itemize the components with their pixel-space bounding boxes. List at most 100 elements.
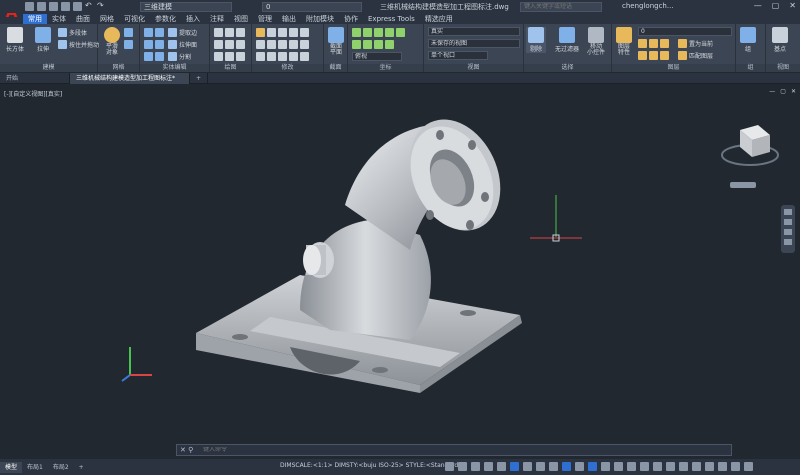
ucs-face-icon[interactable] xyxy=(385,28,394,37)
add-layout-button[interactable]: + xyxy=(74,462,89,473)
visual-style-dropdown[interactable]: 真实 xyxy=(428,27,520,36)
ucs-zaxis-icon[interactable] xyxy=(374,40,383,49)
copy-icon[interactable] xyxy=(256,40,265,49)
viewcube-icon[interactable] xyxy=(721,125,779,188)
arc-icon[interactable] xyxy=(214,40,223,49)
tab-layout2[interactable]: 布局2 xyxy=(48,462,74,473)
extrude-button[interactable]: 拉伸 xyxy=(33,27,53,53)
extract-edges-button[interactable]: 提取边 xyxy=(168,28,197,37)
file-tab-document[interactable]: 三维机械结构建模造型加工程图标注* xyxy=(70,72,190,84)
model-space-icon[interactable] xyxy=(445,462,454,471)
trim-icon[interactable] xyxy=(278,28,287,37)
layer-dropdown-ribbon[interactable]: 0 xyxy=(638,27,732,36)
plan-view-dropdown[interactable]: 俯视 xyxy=(352,52,402,61)
tab-output[interactable]: 输出 xyxy=(277,14,301,24)
rectangle-icon[interactable] xyxy=(225,40,234,49)
gizmo-status-icon[interactable] xyxy=(614,462,623,471)
interfere-icon[interactable] xyxy=(155,40,164,49)
tab-featured-apps[interactable]: 精选应用 xyxy=(420,14,458,24)
mechanical-part-model[interactable] xyxy=(196,105,522,393)
union-icon[interactable] xyxy=(144,28,153,37)
workspace-switch-icon[interactable] xyxy=(640,462,649,471)
tab-manage[interactable]: 管理 xyxy=(253,14,277,24)
restore-button[interactable]: ▢ xyxy=(772,1,780,10)
section-plane-button[interactable]: 截面 平面 xyxy=(326,27,346,56)
region-icon[interactable] xyxy=(236,52,245,61)
extrude-faces-button[interactable]: 拉伸面 xyxy=(168,40,197,49)
snap-icon[interactable] xyxy=(471,462,480,471)
clean-screen-icon[interactable] xyxy=(731,462,740,471)
move-gizmo-button[interactable]: 移动 小控件 xyxy=(584,27,608,56)
match-layer-button[interactable]: 匹配图层 xyxy=(678,51,713,60)
new-icon[interactable] xyxy=(25,2,34,11)
add-tab-button[interactable]: + xyxy=(190,72,209,84)
osnap-icon[interactable] xyxy=(510,462,519,471)
layer-lock-icon[interactable] xyxy=(638,51,647,60)
tab-solid[interactable]: 实体 xyxy=(47,14,71,24)
tab-addins[interactable]: 附加模块 xyxy=(301,14,339,24)
command-line[interactable]: ✕ ⚲ xyxy=(176,444,732,456)
mirror-icon[interactable] xyxy=(267,40,276,49)
layer-isolate-icon[interactable] xyxy=(649,39,658,48)
intersect-icon[interactable] xyxy=(144,40,153,49)
scale-icon[interactable] xyxy=(300,40,309,49)
tab-view[interactable]: 视图 xyxy=(229,14,253,24)
grid-icon[interactable] xyxy=(458,462,467,471)
open-icon[interactable] xyxy=(37,2,46,11)
ucs-object-icon[interactable] xyxy=(396,28,405,37)
circle-icon[interactable] xyxy=(236,28,245,37)
ortho-icon[interactable] xyxy=(484,462,493,471)
join-icon[interactable] xyxy=(289,52,298,61)
otrack-icon[interactable] xyxy=(523,462,532,471)
ucs-world-icon[interactable] xyxy=(363,28,372,37)
culling-button[interactable]: 剔除 xyxy=(526,27,546,53)
dynamic-ucs-icon[interactable] xyxy=(588,462,597,471)
3d-osnap-icon[interactable] xyxy=(575,462,584,471)
layer-unisolate-icon[interactable] xyxy=(649,51,658,60)
layer-off-icon[interactable] xyxy=(638,39,647,48)
selection-filter-icon[interactable] xyxy=(601,462,610,471)
lock-ui-icon[interactable] xyxy=(692,462,701,471)
tab-model[interactable]: 模型 xyxy=(0,461,23,473)
quick-properties-icon[interactable] xyxy=(679,462,688,471)
tab-parametric[interactable]: 参数化 xyxy=(150,14,181,24)
close-button[interactable]: ✕ xyxy=(789,1,796,10)
move-icon[interactable] xyxy=(256,28,265,37)
no-filter-button[interactable]: 无过滤器 xyxy=(554,27,580,53)
tab-express-tools[interactable]: Express Tools xyxy=(363,14,420,24)
array-icon[interactable] xyxy=(289,40,298,49)
explode-icon[interactable] xyxy=(278,52,287,61)
tab-insert[interactable]: 插入 xyxy=(181,14,205,24)
selection-cycling-icon[interactable] xyxy=(562,462,571,471)
tab-surface[interactable]: 曲面 xyxy=(71,14,95,24)
lineweight-icon[interactable] xyxy=(536,462,545,471)
close-cmd-icon[interactable]: ✕ ⚲ xyxy=(177,446,203,454)
units-icon[interactable] xyxy=(666,462,675,471)
tab-visualize[interactable]: 可视化 xyxy=(119,14,150,24)
hatch-icon[interactable] xyxy=(225,52,234,61)
separate-button[interactable]: 分割 xyxy=(168,52,191,61)
presspull-button[interactable]: 按住并拖动 xyxy=(58,40,99,49)
group-button[interactable]: 组 xyxy=(738,27,758,53)
stretch-icon[interactable] xyxy=(256,52,265,61)
ucs-prev-icon[interactable] xyxy=(374,28,383,37)
polar-icon[interactable] xyxy=(497,462,506,471)
offset-icon[interactable] xyxy=(300,28,309,37)
ellipse-icon[interactable] xyxy=(236,40,245,49)
smooth-object-button[interactable]: 平滑 对象 xyxy=(102,27,122,56)
layer-properties-button[interactable]: 图层 特性 xyxy=(614,27,634,56)
viewport-config-dropdown[interactable]: 单个视口 xyxy=(428,51,488,60)
polysolid-button[interactable]: 多段体 xyxy=(58,28,87,37)
plot-icon[interactable] xyxy=(73,2,82,11)
rotate-icon[interactable] xyxy=(267,28,276,37)
tab-layout1[interactable]: 布局1 xyxy=(22,462,48,473)
customization-icon[interactable] xyxy=(744,462,753,471)
saveas-icon[interactable] xyxy=(61,2,70,11)
annotation-icon[interactable] xyxy=(627,462,636,471)
base-point-button[interactable]: 基点 xyxy=(770,27,790,53)
polyline-icon[interactable] xyxy=(225,28,234,37)
saved-view-dropdown[interactable]: 未保存的视图 xyxy=(428,39,520,48)
mesh-refine-icon[interactable] xyxy=(124,40,133,49)
tab-collaborate[interactable]: 协作 xyxy=(339,14,363,24)
ucs-3point-icon[interactable] xyxy=(385,40,394,49)
